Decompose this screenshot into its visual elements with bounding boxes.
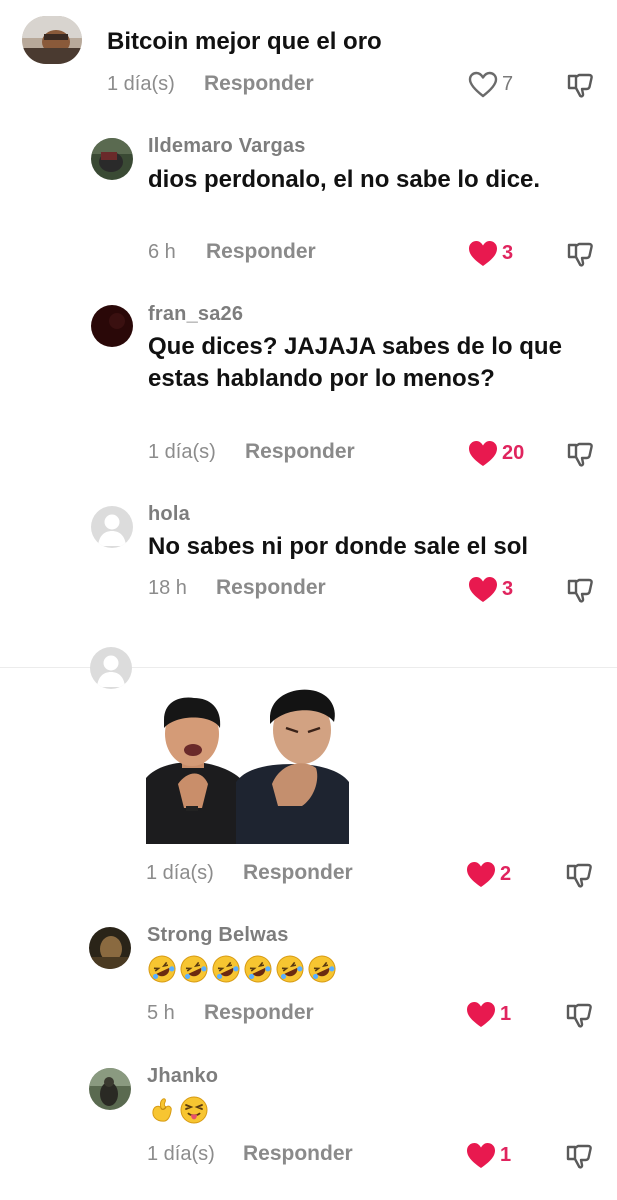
thumbs-down-icon[interactable] (565, 575, 595, 605)
avatar[interactable] (91, 506, 133, 548)
thumbs-down-icon[interactable] (565, 239, 595, 269)
rolling-laughing-emoji (212, 955, 240, 983)
username[interactable]: fran_sa26 (148, 303, 243, 326)
reply-button[interactable]: Responder (216, 576, 326, 600)
reply-button[interactable]: Responder (245, 440, 355, 464)
thumbs-down-icon[interactable] (565, 70, 595, 100)
heart-icon[interactable] (467, 69, 499, 101)
reply-button[interactable]: Responder (204, 1001, 314, 1025)
reply-button[interactable]: Responder (243, 861, 353, 885)
sticker-image[interactable] (146, 688, 349, 844)
avatar[interactable] (89, 927, 131, 969)
reply-button[interactable]: Responder (243, 1142, 353, 1166)
heart-icon[interactable] (467, 574, 499, 606)
thumbs-down-icon[interactable] (564, 1141, 594, 1171)
comment-timestamp: 1 día(s) (147, 1143, 215, 1165)
username[interactable]: Jhanko (147, 1065, 218, 1088)
like-count: 1 (500, 1144, 512, 1166)
like-count: 20 (502, 442, 525, 464)
emoji-row (147, 954, 339, 986)
comment-timestamp: 1 día(s) (148, 441, 216, 463)
rolling-laughing-emoji (244, 955, 272, 983)
comment-text: Que dices? JAJAJA sabes de lo que estas … (148, 333, 562, 392)
pinching-hand-emoji (152, 1098, 172, 1122)
heart-icon[interactable] (465, 1140, 497, 1172)
comment-text: No sabes ni por donde sale el sol (148, 533, 529, 560)
comment-timestamp: 1 día(s) (146, 862, 214, 884)
tongue-out-emoji (180, 1096, 208, 1124)
rolling-laughing-emoji (276, 955, 304, 983)
username[interactable]: hola (148, 503, 190, 526)
rolling-laughing-emoji (308, 955, 336, 983)
like-count: 3 (502, 578, 514, 600)
emoji-row (147, 1095, 211, 1127)
heart-icon[interactable] (467, 238, 499, 270)
thumbs-down-icon[interactable] (564, 1000, 594, 1030)
reply-button[interactable]: Responder (204, 72, 314, 96)
avatar[interactable] (90, 647, 132, 689)
avatar[interactable] (89, 1068, 131, 1110)
like-count: 3 (502, 242, 514, 264)
username[interactable]: Strong Belwas (147, 924, 289, 947)
like-count: 1 (500, 1003, 512, 1025)
thumbs-down-icon[interactable] (564, 860, 594, 890)
rolling-laughing-emoji (148, 955, 176, 983)
rolling-laughing-emoji (180, 955, 208, 983)
comment-timestamp: 18 h (148, 577, 187, 599)
comment-timestamp: 6 h (148, 241, 176, 263)
comment-text: Bitcoin mejor que el oro (107, 28, 382, 55)
like-count: 7 (502, 73, 514, 95)
heart-icon[interactable] (465, 859, 497, 891)
reply-button[interactable]: Responder (206, 240, 316, 264)
heart-icon[interactable] (467, 438, 499, 470)
like-count: 2 (500, 863, 512, 885)
comment-timestamp: 5 h (147, 1002, 175, 1024)
comment-timestamp: 1 día(s) (107, 73, 175, 95)
heart-icon[interactable] (465, 999, 497, 1031)
avatar[interactable] (22, 16, 82, 64)
thumbs-down-icon[interactable] (565, 439, 595, 469)
username[interactable]: Ildemaro Vargas (148, 135, 306, 158)
avatar[interactable] (91, 305, 133, 347)
comment-text: dios perdonalo, el no sabe lo dice. (148, 166, 541, 193)
avatar[interactable] (91, 138, 133, 180)
